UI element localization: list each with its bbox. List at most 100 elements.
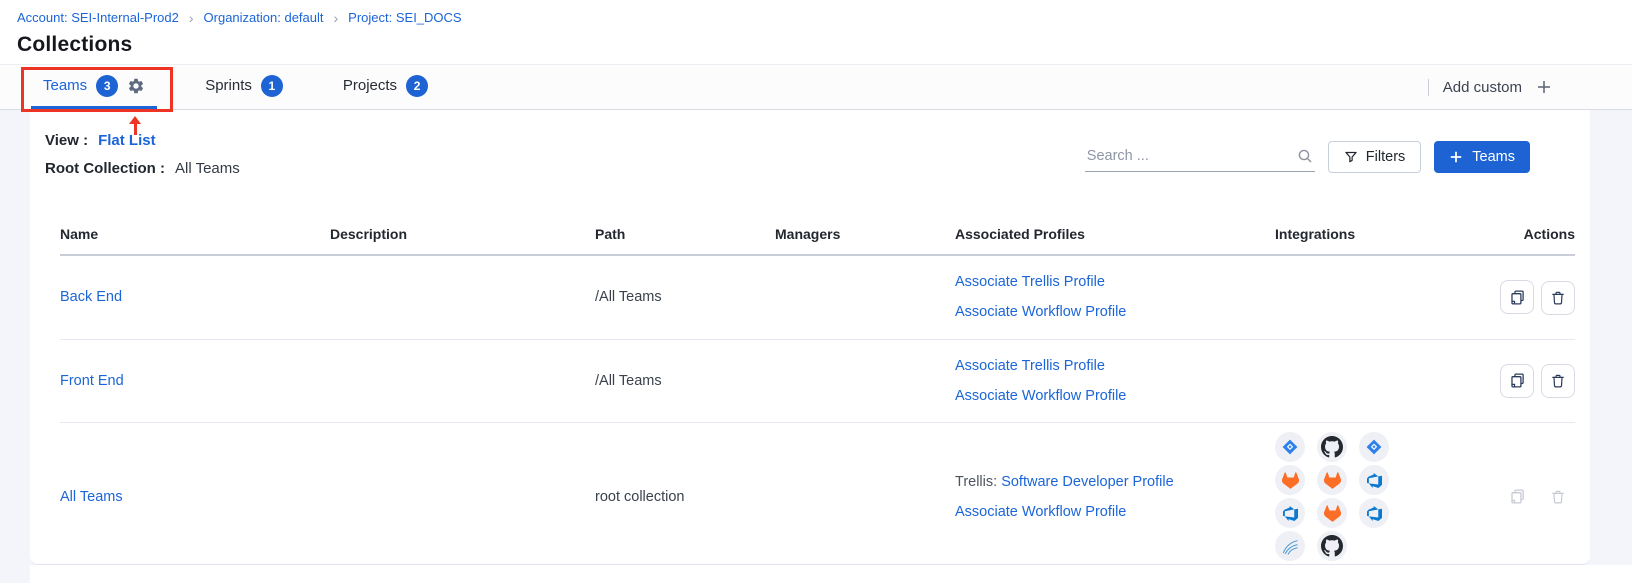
managers-cell	[775, 255, 955, 339]
page-background-strip	[0, 565, 30, 583]
associated-profiles-cell: Trellis: Software Developer Profile Assoc…	[955, 423, 1275, 566]
sonarqube-icon	[1275, 531, 1305, 561]
copy-icon	[1509, 488, 1526, 505]
integrations-cell	[1275, 255, 1490, 339]
collections-table: Name Description Path Managers Associate…	[60, 214, 1575, 565]
vertical-divider	[1428, 79, 1429, 96]
name-cell: Back End	[60, 255, 330, 339]
trash-icon	[1550, 373, 1566, 389]
actions-cell	[1490, 255, 1575, 339]
column-header-name: Name	[60, 214, 330, 255]
add-custom-label: Add custom	[1443, 79, 1522, 96]
table-header-row: Name Description Path Managers Associate…	[60, 214, 1575, 255]
integrations-cell	[1275, 339, 1490, 423]
column-header-path: Path	[595, 214, 775, 255]
gitlab-icon	[1275, 465, 1305, 495]
view-meta: View : Flat List Root Collection : All T…	[45, 132, 240, 188]
actions-cell	[1490, 339, 1575, 423]
breadcrumb-account-link[interactable]: Account: SEI-Internal-Prod2	[17, 10, 179, 25]
gitlab-icon	[1317, 498, 1347, 528]
copy-icon	[1509, 372, 1526, 389]
chevron-right-icon: ›	[334, 11, 339, 25]
delete-button[interactable]	[1541, 364, 1575, 398]
trash-icon	[1550, 290, 1566, 306]
profile-prefix: Trellis:	[955, 474, 1001, 490]
tab-sprints-count-badge: 1	[261, 75, 283, 97]
profile-link[interactable]: Associate Trellis Profile	[955, 358, 1105, 374]
table-row: Back End/All Teams Associate Trellis Prof…	[60, 255, 1575, 339]
copy-button[interactable]	[1500, 280, 1534, 314]
plus-icon	[1449, 150, 1463, 164]
associated-profiles-cell: Associate Trellis Profile Associate Workf…	[955, 255, 1275, 339]
table-row: Front End/All TeamsAssociate Trellis Pro…	[60, 339, 1575, 423]
search-icon[interactable]	[1297, 148, 1313, 169]
profile-link[interactable]: Associate Workflow Profile	[955, 504, 1126, 520]
profile-link[interactable]: Associate Workflow Profile	[955, 388, 1126, 404]
table-body: Back End/All Teams Associate Trellis Prof…	[60, 255, 1575, 565]
collection-name-link[interactable]: Front End	[60, 373, 124, 389]
delete-button	[1541, 480, 1575, 514]
toolbar: Filters Teams	[1085, 141, 1530, 173]
managers-cell	[775, 339, 955, 423]
gear-icon[interactable]	[127, 77, 145, 95]
funnel-icon	[1344, 150, 1358, 164]
content-area: View : Flat List Root Collection : All T…	[0, 110, 1632, 583]
copy-button	[1500, 479, 1534, 513]
tab-sprints[interactable]: Sprints 1	[193, 65, 295, 109]
column-header-managers: Managers	[775, 214, 955, 255]
root-collection-label: Root Collection :	[45, 160, 165, 177]
collection-name-link[interactable]: All Teams	[60, 489, 123, 505]
page-header: Account: SEI-Internal-Prod2 › Organizati…	[0, 0, 1632, 64]
view-value-link[interactable]: Flat List	[98, 132, 156, 149]
profile-link[interactable]: Associate Trellis Profile	[955, 274, 1105, 290]
column-header-associated-profiles: Associated Profiles	[955, 214, 1275, 255]
azure-devops-icon	[1359, 498, 1389, 528]
github-icon	[1317, 531, 1347, 561]
path-cell: /All Teams	[595, 255, 775, 339]
delete-button[interactable]	[1541, 281, 1575, 315]
search-input[interactable]	[1085, 142, 1315, 172]
tab-projects-count-badge: 2	[406, 75, 428, 97]
tab-projects[interactable]: Projects 2	[331, 65, 440, 109]
filters-button[interactable]: Filters	[1328, 141, 1421, 173]
copy-icon	[1509, 289, 1526, 306]
github-icon	[1317, 432, 1347, 462]
root-collection-value: All Teams	[175, 160, 240, 177]
associated-profiles-cell: Associate Trellis Profile Associate Workf…	[955, 339, 1275, 423]
breadcrumb-project-link[interactable]: Project: SEI_DOCS	[348, 10, 461, 25]
azure-devops-icon	[1275, 498, 1305, 528]
description-cell	[330, 423, 595, 566]
tab-sprints-label: Sprints	[205, 77, 252, 94]
add-custom-button[interactable]: Add custom	[1428, 65, 1632, 109]
breadcrumb: Account: SEI-Internal-Prod2 › Organizati…	[17, 10, 1632, 25]
column-header-integrations: Integrations	[1275, 214, 1490, 255]
actions-cell	[1490, 423, 1575, 566]
filters-label: Filters	[1366, 149, 1405, 165]
path-cell: root collection	[595, 423, 775, 566]
tabs: Teams 3 Sprints 1 Projects 2	[31, 65, 440, 109]
copy-button[interactable]	[1500, 364, 1534, 398]
column-header-description: Description	[330, 214, 595, 255]
profile-link[interactable]: Associate Workflow Profile	[955, 304, 1126, 320]
tab-teams[interactable]: Teams 3	[31, 65, 157, 109]
tab-bar: Teams 3 Sprints 1 Projects 2 Add custom	[0, 64, 1632, 110]
integrations-cell	[1275, 423, 1490, 566]
jira-icon	[1359, 432, 1389, 462]
trash-icon	[1550, 489, 1566, 505]
gitlab-icon	[1317, 465, 1347, 495]
page-title: Collections	[17, 33, 1632, 57]
tab-projects-label: Projects	[343, 77, 397, 94]
collections-card: View : Flat List Root Collection : All T…	[30, 110, 1590, 565]
column-header-actions: Actions	[1490, 214, 1575, 255]
add-teams-button[interactable]: Teams	[1434, 141, 1530, 173]
view-label: View :	[45, 132, 88, 149]
collection-name-link[interactable]: Back End	[60, 289, 122, 305]
name-cell: Front End	[60, 339, 330, 423]
azure-devops-icon	[1359, 465, 1389, 495]
breadcrumb-organization-link[interactable]: Organization: default	[204, 10, 324, 25]
description-cell	[330, 255, 595, 339]
profile-link[interactable]: Software Developer Profile	[1001, 474, 1173, 490]
search-box	[1085, 142, 1315, 172]
table-row: All Teams root collection Trellis: Softwar…	[60, 423, 1575, 566]
name-cell: All Teams	[60, 423, 330, 566]
